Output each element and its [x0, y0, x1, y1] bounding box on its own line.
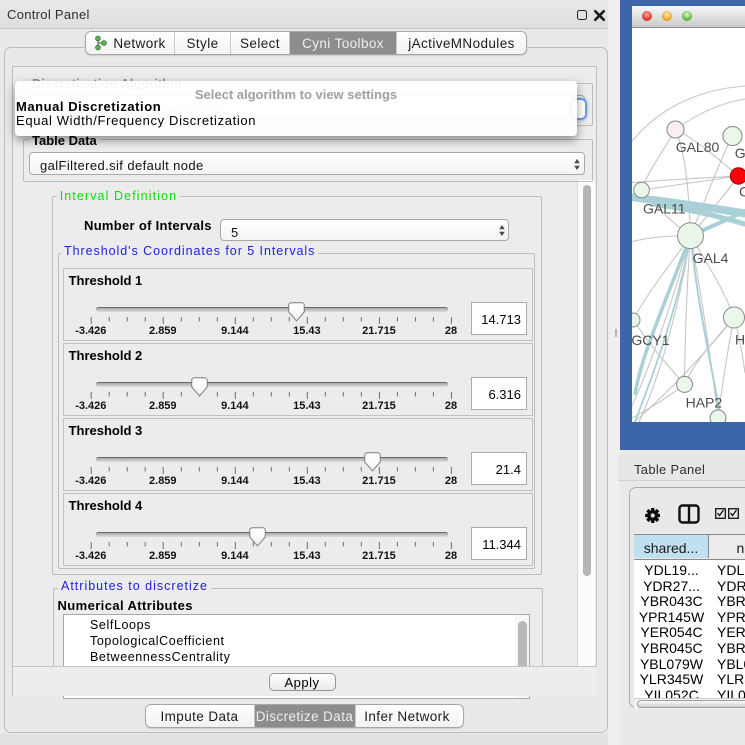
svg-text:GAL11: GAL11 — [643, 201, 686, 217]
svg-text:GA: GA — [734, 145, 744, 161]
svg-text:C: C — [739, 184, 745, 200]
svg-text:H: H — [735, 332, 745, 348]
svg-text:GAL80: GAL80 — [675, 139, 719, 155]
svg-text:HAP2: HAP2 — [685, 395, 722, 411]
svg-text:GAL4: GAL4 — [692, 250, 728, 266]
svg-text:GCY1: GCY1 — [632, 332, 670, 348]
